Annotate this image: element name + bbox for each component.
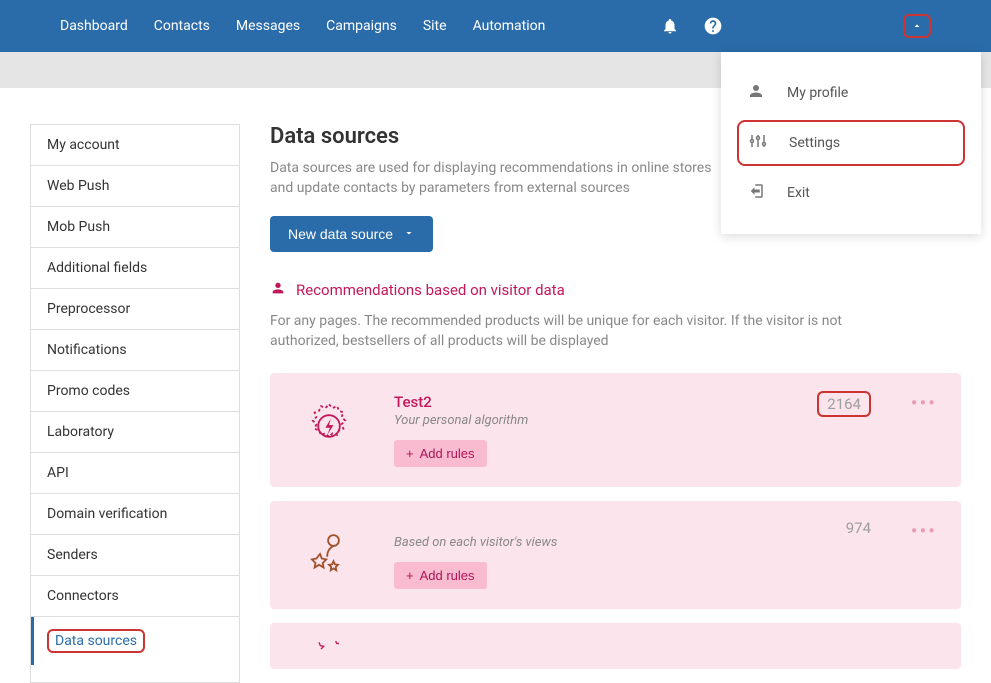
- section-heading-text: Recommendations based on visitor data: [296, 281, 565, 299]
- profile-menu-my-profile[interactable]: My profile: [721, 70, 981, 116]
- profile-menu: My profile Settings Exit: [721, 52, 981, 234]
- profile-chevron-icon[interactable]: [903, 14, 931, 38]
- sidebar: My account Web Push Mob Push Additional …: [30, 124, 240, 683]
- card-count: 974: [846, 519, 871, 537]
- lightning-badge-icon: [294, 393, 364, 453]
- recommendation-card: [270, 623, 961, 669]
- sidebar-item-notifications[interactable]: Notifications: [31, 330, 239, 371]
- sidebar-item-connectors[interactable]: Connectors: [31, 576, 239, 617]
- section-description: For any pages. The recommended products …: [270, 312, 910, 351]
- button-label: New data source: [288, 226, 393, 242]
- sidebar-item-laboratory[interactable]: Laboratory: [31, 412, 239, 453]
- sidebar-item-promo-codes[interactable]: Promo codes: [31, 371, 239, 412]
- button-label: Add rules: [420, 568, 475, 583]
- sidebar-item-web-push[interactable]: Web Push: [31, 166, 239, 207]
- profile-menu-label: Exit: [787, 185, 810, 201]
- profile-menu-settings[interactable]: Settings: [737, 120, 965, 166]
- person-icon: [747, 82, 765, 104]
- nav-campaigns[interactable]: Campaigns: [326, 18, 397, 34]
- exit-icon: [747, 182, 765, 204]
- bell-icon[interactable]: [661, 17, 679, 35]
- profile-menu-label: My profile: [787, 85, 848, 101]
- card-count: 2164: [817, 391, 871, 417]
- sidebar-item-domain-verification[interactable]: Domain verification: [31, 494, 239, 535]
- plus-icon: +: [406, 446, 414, 461]
- recommendation-card: Test2 Your personal algorithm + Add rule…: [270, 373, 961, 487]
- sliders-icon: [749, 132, 767, 154]
- card-menu-icon[interactable]: •••: [911, 391, 937, 415]
- top-nav: Dashboard Contacts Messages Campaigns Si…: [0, 0, 991, 52]
- top-nav-links: Dashboard Contacts Messages Campaigns Si…: [60, 18, 661, 34]
- sidebar-item-label: Data sources: [47, 629, 145, 653]
- nav-automation[interactable]: Automation: [473, 18, 546, 34]
- top-nav-icons: [661, 16, 723, 36]
- nav-messages[interactable]: Messages: [236, 18, 300, 34]
- sidebar-item-preprocessor[interactable]: Preprocessor: [31, 289, 239, 330]
- sidebar-item-mob-push[interactable]: Mob Push: [31, 207, 239, 248]
- new-data-source-button[interactable]: New data source: [270, 216, 433, 252]
- sidebar-item-api[interactable]: API: [31, 453, 239, 494]
- plus-icon: +: [406, 568, 414, 583]
- recommendation-card: Based on each visitor's views + Add rule…: [270, 501, 961, 609]
- nav-contacts[interactable]: Contacts: [154, 18, 210, 34]
- section-heading: Recommendations based on visitor data: [270, 280, 961, 300]
- sidebar-item-data-sources[interactable]: Data sources: [31, 617, 239, 665]
- card-subtitle: Based on each visitor's views: [394, 535, 937, 550]
- add-rules-button[interactable]: + Add rules: [394, 562, 487, 589]
- profile-menu-exit[interactable]: Exit: [721, 170, 981, 216]
- nav-dashboard[interactable]: Dashboard: [60, 18, 128, 34]
- page-description: Data sources are used for displaying rec…: [270, 159, 730, 198]
- nav-site[interactable]: Site: [423, 18, 447, 34]
- add-rules-button[interactable]: + Add rules: [394, 440, 487, 467]
- sidebar-item-additional-fields[interactable]: Additional fields: [31, 248, 239, 289]
- profile-menu-label: Settings: [789, 135, 840, 151]
- card-partial-icon: [294, 633, 364, 659]
- chevron-down-icon: [403, 226, 415, 242]
- person-icon: [270, 280, 286, 300]
- star-person-icon: [294, 521, 364, 581]
- button-label: Add rules: [420, 446, 475, 461]
- sidebar-item-senders[interactable]: Senders: [31, 535, 239, 576]
- help-icon[interactable]: [703, 16, 723, 36]
- card-menu-icon[interactable]: •••: [911, 519, 937, 543]
- sidebar-item-my-account[interactable]: My account: [31, 125, 239, 166]
